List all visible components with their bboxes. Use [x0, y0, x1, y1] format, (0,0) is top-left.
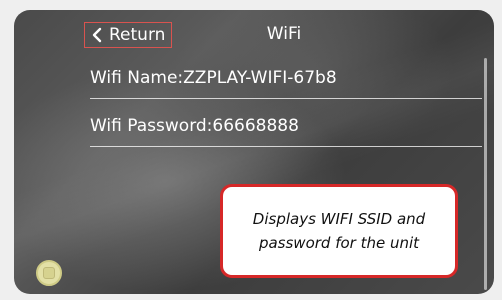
annotation-callout: Displays WIFI SSID and password for the …: [220, 184, 458, 278]
home-button-icon[interactable]: [36, 260, 62, 286]
callout-line-1: Displays WIFI SSID and: [252, 210, 426, 228]
wifi-name-row: Wifi Name:ZZPLAY-WIFI-67b8: [90, 58, 482, 99]
callout-line-2: password for the unit: [258, 234, 420, 252]
home-button-inner: [43, 267, 55, 279]
page-title: WiFi: [266, 24, 302, 44]
wifi-password-row: Wifi Password:66668888: [90, 106, 482, 147]
screen-header: Return WiFi: [14, 22, 494, 52]
scrollbar[interactable]: [484, 58, 487, 290]
